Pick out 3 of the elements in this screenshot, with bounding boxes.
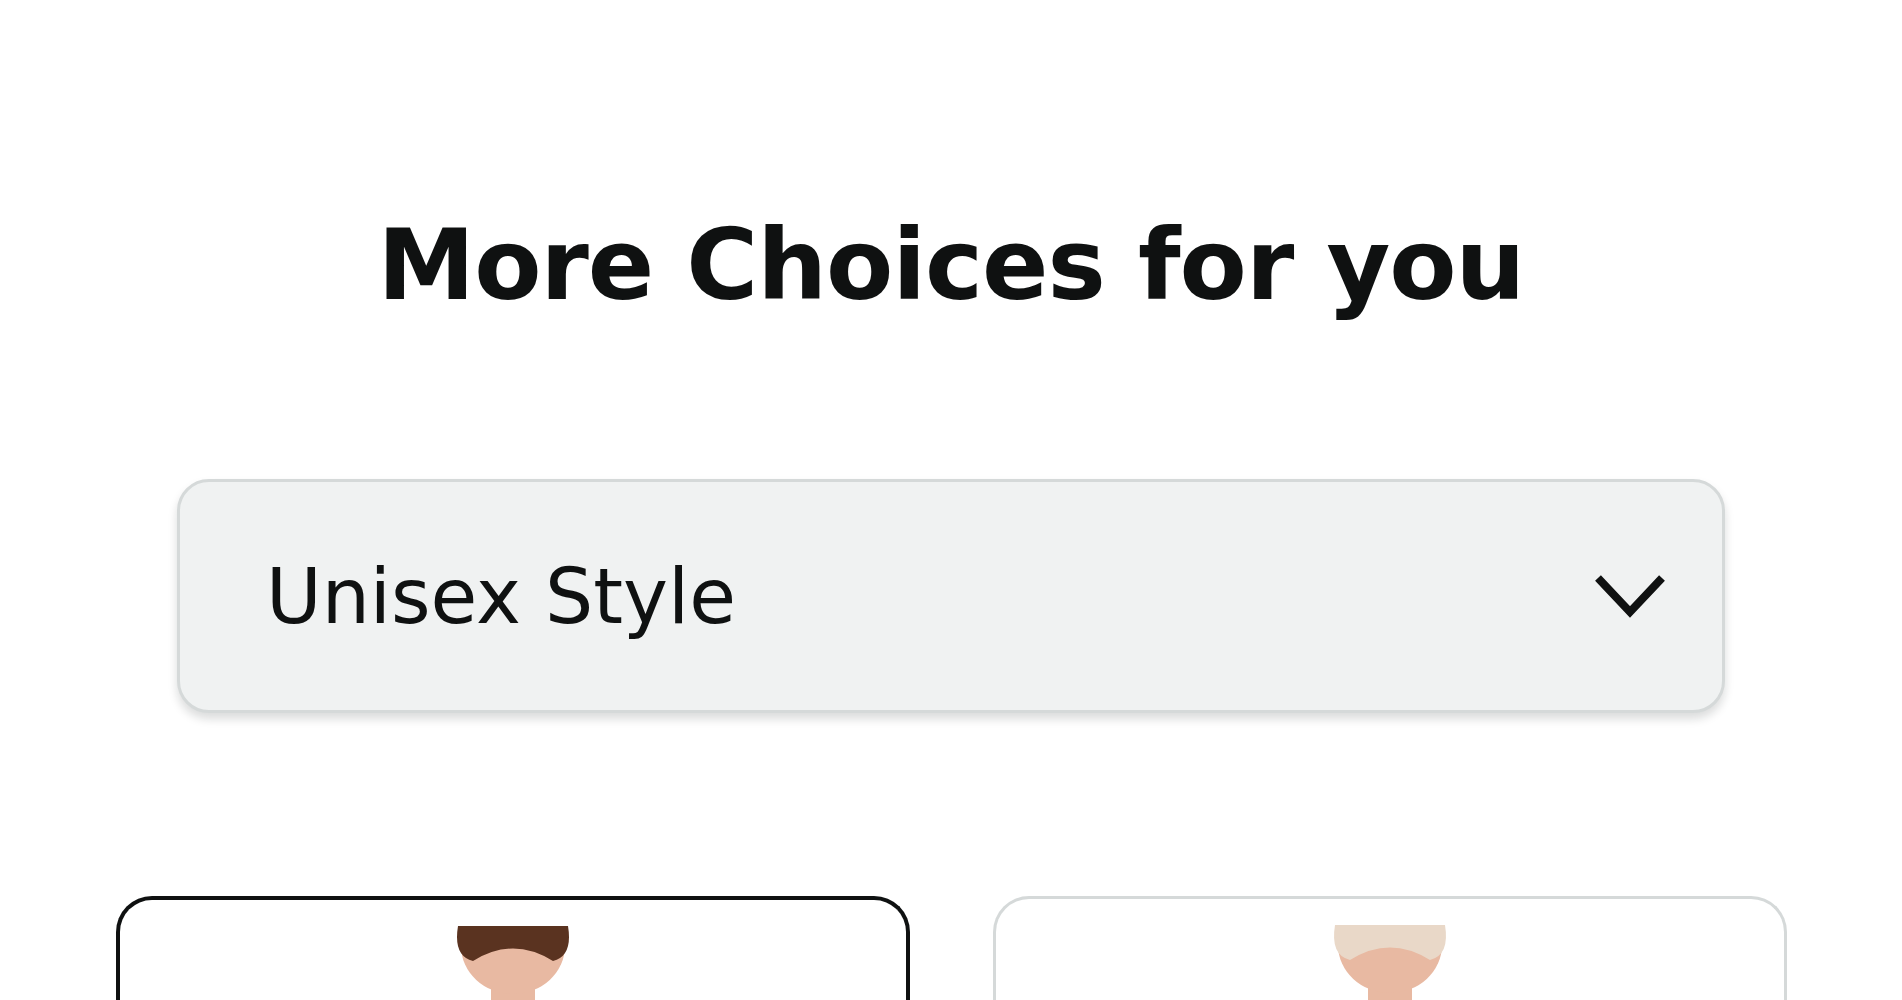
section-heading: More Choices for you — [377, 207, 1525, 324]
style-dropdown[interactable]: Unisex Style — [177, 479, 1725, 713]
product-card[interactable] — [116, 896, 910, 1000]
